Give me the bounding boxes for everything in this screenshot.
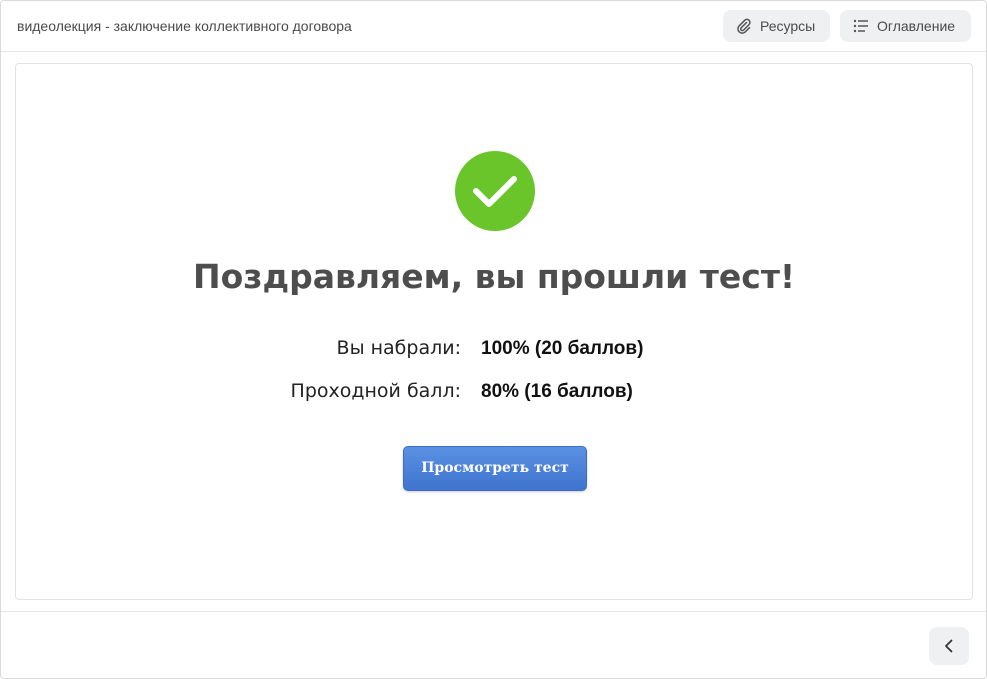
score-label: Вы набрали: xyxy=(336,337,461,359)
score-value: 100% (20 баллов) xyxy=(481,338,644,359)
result-headline: Поздравляем, вы прошли тест! xyxy=(192,257,795,296)
top-bar: видеолекция - заключение коллективного д… xyxy=(1,1,986,52)
previous-button[interactable] xyxy=(929,627,969,665)
review-test-button[interactable]: Просмотреть тест xyxy=(403,446,587,491)
score-row: Вы набрали: 100% (20 баллов) xyxy=(16,337,972,363)
resources-button[interactable]: Ресурсы xyxy=(723,10,830,42)
lesson-player: видеолекция - заключение коллективного д… xyxy=(0,0,987,679)
passing-score-row: Проходной балл: 80% (16 баллов) xyxy=(16,380,972,406)
table-of-contents-button[interactable]: Оглавление xyxy=(840,10,971,42)
passing-score-label: Проходной балл: xyxy=(290,380,461,402)
list-icon xyxy=(853,18,869,34)
toc-label: Оглавление xyxy=(877,18,956,34)
resources-label: Ресурсы xyxy=(760,18,816,34)
bottom-bar xyxy=(1,611,986,678)
passing-score-value: 80% (16 баллов) xyxy=(481,381,633,402)
quiz-result-panel: Поздравляем, вы прошли тест! Вы набрали:… xyxy=(15,63,973,600)
paperclip-icon xyxy=(736,18,752,34)
course-title: видеолекция - заключение коллективного д… xyxy=(17,18,352,34)
checkmark-icon xyxy=(455,151,535,231)
